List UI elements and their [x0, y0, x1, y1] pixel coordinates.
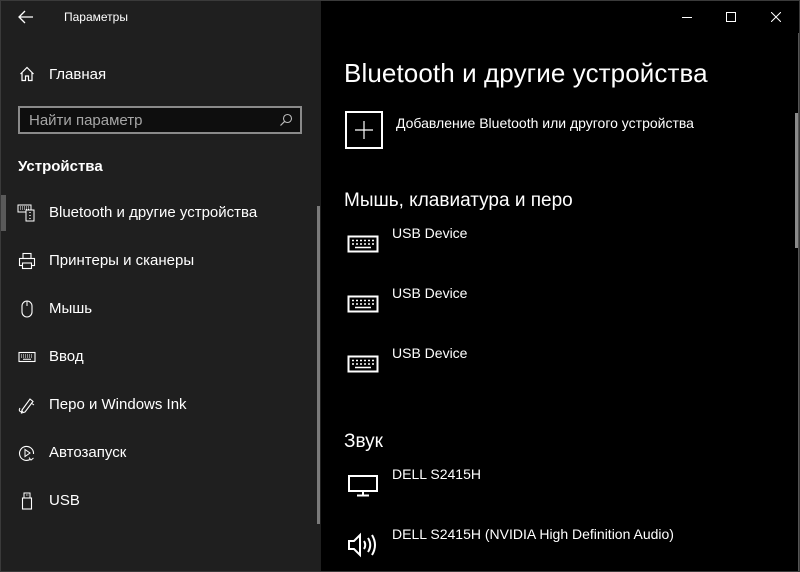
- sidebar: Параметры Главная Устройства: [1, 1, 321, 571]
- device-item[interactable]: DELL S2415H: [344, 466, 774, 516]
- sidebar-item-pen[interactable]: Перо и Windows Ink: [1, 383, 317, 427]
- bluetooth-devices-icon: [17, 204, 37, 222]
- sidebar-item-autoplay[interactable]: Автозапуск: [1, 431, 317, 475]
- sidebar-item-input[interactable]: Ввод: [1, 335, 317, 379]
- speaker-icon: [344, 530, 382, 560]
- autoplay-icon: [17, 444, 37, 462]
- keyboard-icon: [17, 348, 37, 366]
- maximize-icon: [726, 12, 736, 22]
- home-label: Главная: [49, 66, 107, 83]
- main-scrollbar[interactable]: [795, 113, 798, 248]
- group-title-input-devices: Мышь, клавиатура и перо: [344, 190, 573, 211]
- keyboard-icon: [344, 289, 382, 319]
- add-device-label: Добавление Bluetooth или другого устройс…: [396, 115, 694, 131]
- home-icon: [19, 66, 35, 87]
- device-item[interactable]: DELL S2415H (NVIDIA High Definition Audi…: [344, 526, 774, 571]
- close-icon: [771, 12, 781, 22]
- sidebar-item-label: Автозапуск: [49, 444, 127, 461]
- add-device-button[interactable]: Добавление Bluetooth или другого устройс…: [345, 111, 765, 153]
- sidebar-item-label: Мышь: [49, 300, 93, 317]
- minimize-button[interactable]: [664, 1, 710, 33]
- device-name: DELL S2415H (NVIDIA High Definition Audi…: [392, 526, 674, 542]
- settings-window: Параметры Главная Устройства: [0, 0, 800, 572]
- sidebar-item-usb[interactable]: USB: [1, 479, 317, 523]
- device-item[interactable]: USB Device: [344, 225, 774, 275]
- close-button[interactable]: [753, 1, 799, 33]
- sidebar-item-bluetooth[interactable]: Bluetooth и другие устройства: [1, 191, 317, 235]
- main-content: Bluetooth и другие устройства Добавление…: [321, 1, 799, 571]
- monitor-icon: [344, 470, 382, 500]
- mouse-icon: [17, 300, 37, 318]
- printer-icon: [17, 252, 37, 270]
- sidebar-item-label: USB: [49, 492, 80, 509]
- back-button[interactable]: [13, 5, 39, 29]
- sidebar-scrollbar[interactable]: [317, 206, 320, 524]
- pen-icon: [17, 396, 37, 414]
- app-title: Параметры: [64, 10, 128, 24]
- device-item[interactable]: USB Device: [344, 345, 774, 395]
- group-title-audio: Звук: [344, 431, 383, 452]
- sidebar-item-printers[interactable]: Принтеры и сканеры: [1, 239, 317, 283]
- home-nav-item[interactable]: Главная: [1, 57, 321, 91]
- search-icon[interactable]: [274, 108, 298, 132]
- keyboard-icon: [344, 349, 382, 379]
- minimize-icon: [682, 17, 692, 18]
- sidebar-item-label: Bluetooth и другие устройства: [49, 204, 258, 221]
- device-name: DELL S2415H: [392, 466, 481, 482]
- device-name: USB Device: [392, 345, 468, 361]
- device-name: USB Device: [392, 225, 468, 241]
- search-box[interactable]: [18, 106, 302, 134]
- device-name: USB Device: [392, 285, 468, 301]
- main-scrollbar-track: [798, 33, 799, 571]
- keyboard-icon: [344, 229, 382, 259]
- device-item[interactable]: USB Device: [344, 285, 774, 335]
- sidebar-item-mouse[interactable]: Мышь: [1, 287, 317, 331]
- selected-indicator: [1, 195, 6, 231]
- back-arrow-icon: [18, 10, 33, 24]
- page-title: Bluetooth и другие устройства: [344, 58, 708, 88]
- sidebar-item-label: Перо и Windows Ink: [49, 396, 187, 413]
- sidebar-item-label: Принтеры и сканеры: [49, 252, 195, 269]
- search-input[interactable]: [20, 111, 274, 129]
- sidebar-item-label: Ввод: [49, 348, 84, 365]
- section-title: Устройства: [18, 158, 103, 175]
- plus-icon: [345, 111, 383, 149]
- maximize-button[interactable]: [708, 1, 754, 33]
- usb-icon: [17, 492, 37, 510]
- title-bar: Параметры: [1, 1, 321, 33]
